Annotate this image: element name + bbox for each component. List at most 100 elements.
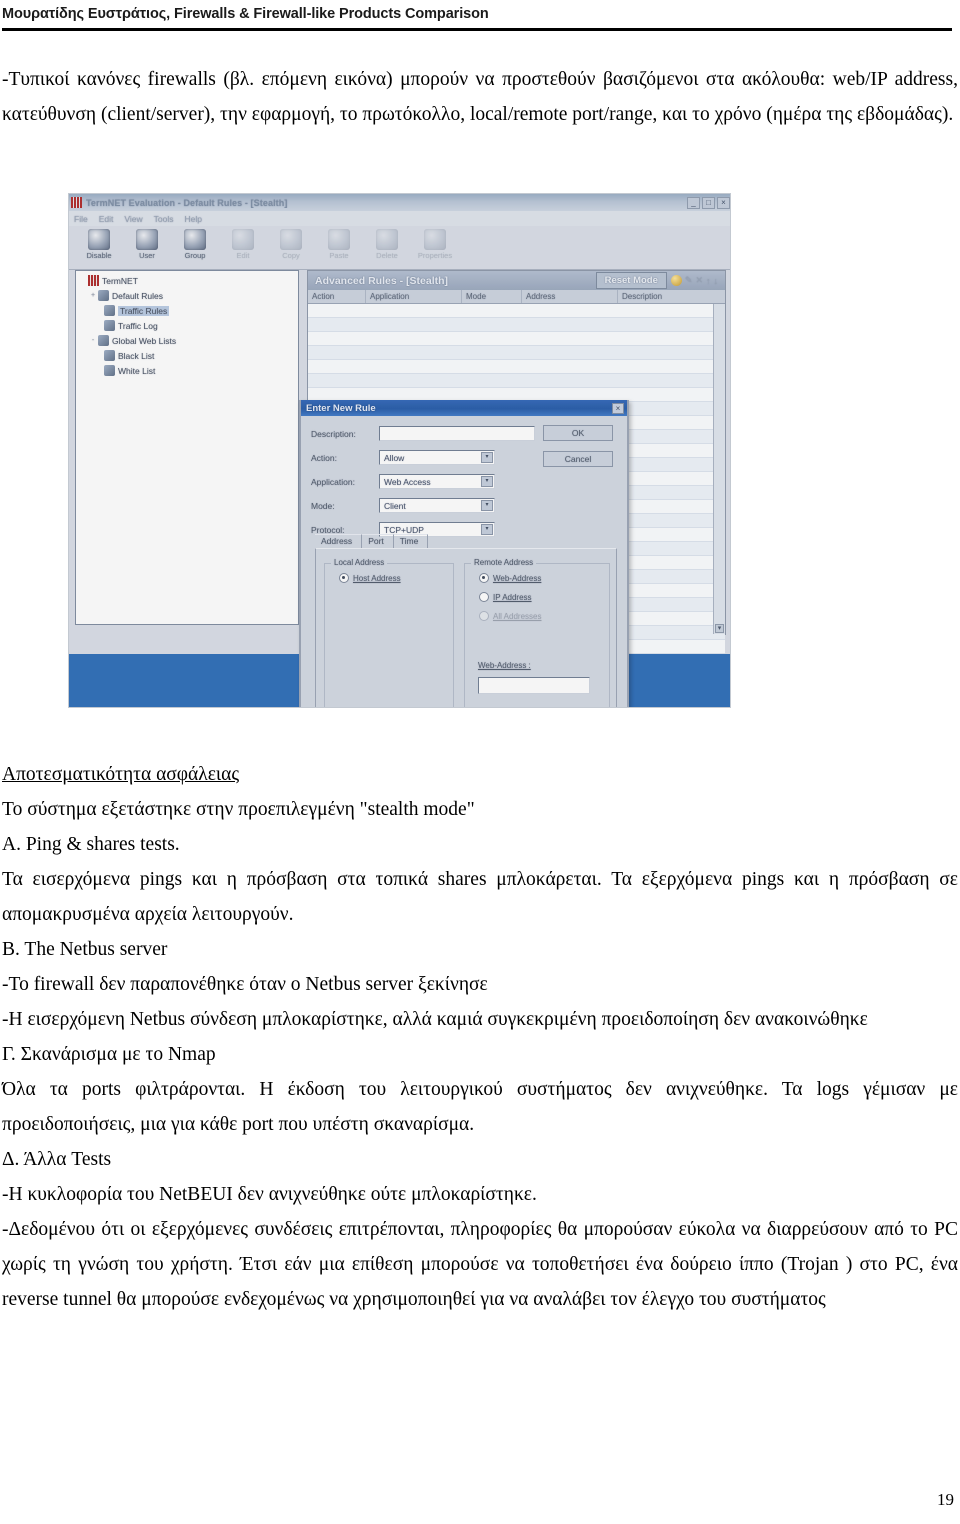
test-a-body: Τα εισερχόμενα pings και η πρόσβαση στα … xyxy=(2,869,958,925)
radio-host-address[interactable]: Host Address xyxy=(339,573,453,583)
toolbar-button-copy: Copy xyxy=(267,229,315,260)
tree-item-global-web-lists[interactable]: - Global Web Lists xyxy=(78,333,298,348)
tree-item-traffic-rules[interactable]: Traffic Rules xyxy=(78,303,298,318)
dialog-close-icon[interactable]: × xyxy=(612,402,624,414)
table-row[interactable] xyxy=(308,360,725,374)
chevron-down-icon[interactable]: ▾ xyxy=(481,452,493,463)
document-body-lower: Αποτεσματικότητα ασφάλειας Το σύστημα εξ… xyxy=(0,757,960,1317)
table-row[interactable] xyxy=(308,318,725,332)
tree-item-label: Global Web Lists xyxy=(112,335,177,346)
mode-label: Mode: xyxy=(311,500,335,511)
ok-button[interactable]: OK xyxy=(543,425,613,441)
column-header-action[interactable]: Action xyxy=(308,290,366,303)
properties-icon xyxy=(424,229,446,250)
menu-item-edit[interactable]: Edit xyxy=(99,214,114,224)
menu-bar: File Edit View Tools Help xyxy=(69,211,730,226)
tree-item-black-list[interactable]: Black List xyxy=(78,348,298,363)
column-header-mode[interactable]: Mode xyxy=(462,290,522,303)
application-select[interactable]: Web Access ▾ xyxy=(379,474,495,489)
move-up-icon[interactable]: ↑ xyxy=(706,276,711,286)
action-select[interactable]: Allow ▾ xyxy=(379,450,495,465)
local-address-group: Local Address Host Address xyxy=(324,558,454,707)
window-title-bar: TermNET Evaluation - Default Rules - [St… xyxy=(69,194,730,211)
radio-icon xyxy=(479,592,489,602)
tree-item-termnet[interactable]: TermNET xyxy=(78,273,298,288)
close-icon[interactable]: × xyxy=(717,196,730,209)
toolbar-button-disable[interactable]: Disable xyxy=(75,229,123,260)
remote-address-group-title: Remote Address xyxy=(471,558,537,567)
minimize-icon[interactable]: _ xyxy=(687,196,700,209)
radio-label: Web-Address xyxy=(493,573,542,583)
test-b-heading: B. The Netbus server xyxy=(2,939,168,960)
toolbar-button-delete: Delete xyxy=(363,229,411,260)
menu-item-tools[interactable]: Tools xyxy=(154,214,174,224)
test-a-heading: A. Ping & shares tests. xyxy=(2,834,180,855)
description-input[interactable] xyxy=(379,426,535,441)
radio-web-address[interactable]: Web-Address xyxy=(479,573,609,583)
tree-item-white-list[interactable]: White List xyxy=(78,363,298,378)
navigation-tree[interactable]: TermNET + Default Rules Traffic Rules Tr… xyxy=(75,270,299,625)
table-row[interactable] xyxy=(308,346,725,360)
radio-ip-address[interactable]: IP Address xyxy=(479,592,609,602)
rules-grid-scrollbar[interactable]: ▾ xyxy=(713,304,725,634)
chevron-down-icon[interactable]: ▾ xyxy=(481,476,493,487)
toolbar-label: User xyxy=(139,251,155,260)
action-label: Action: xyxy=(311,452,337,463)
toolbar-button-user[interactable]: User xyxy=(123,229,171,260)
black-list-icon xyxy=(104,350,115,361)
tree-item-traffic-log[interactable]: Traffic Log xyxy=(78,318,298,333)
mode-select[interactable]: Client ▾ xyxy=(379,498,495,513)
tree-expander[interactable]: + xyxy=(88,292,98,299)
menu-item-view[interactable]: View xyxy=(124,214,142,224)
column-header-application[interactable]: Application xyxy=(366,290,462,303)
cancel-button[interactable]: Cancel xyxy=(543,451,613,467)
table-row[interactable] xyxy=(308,374,725,388)
tree-item-label: Black List xyxy=(118,350,155,361)
address-tab-panel: Local Address Host Address Remote Addres… xyxy=(315,548,617,707)
delete-icon[interactable]: ✕ xyxy=(695,275,703,286)
chevron-down-icon[interactable]: ▾ xyxy=(481,500,493,511)
tree-item-default-rules[interactable]: + Default Rules xyxy=(78,288,298,303)
test-b-line-1: -Το firewall δεν παραπονέθηκε όταν ο Net… xyxy=(2,974,488,995)
protocol-label: Protocol: xyxy=(311,524,345,535)
column-header-address[interactable]: Address xyxy=(522,290,618,303)
tab-address[interactable]: Address xyxy=(315,534,363,548)
toolbar-button-properties: Properties xyxy=(411,229,459,260)
document-body: -Τυπικοί κανόνες firewalls (βλ. επόμενη … xyxy=(0,62,960,132)
toolbar-label: Delete xyxy=(376,251,398,260)
enter-new-rule-dialog: Enter New Rule × Description: Action: Al… xyxy=(299,400,629,707)
toolbar-label: Properties xyxy=(417,251,453,260)
tab-port[interactable]: Port xyxy=(362,534,394,548)
running-header: Μουρατίδης Ευστράτιος, Firewalls & Firew… xyxy=(0,0,960,31)
reset-mode-button[interactable]: Reset Mode xyxy=(595,272,667,289)
table-row[interactable] xyxy=(308,304,725,318)
advanced-rules-title: Advanced Rules - [Stealth] xyxy=(315,274,449,287)
maximize-icon[interactable]: □ xyxy=(702,196,715,209)
move-down-icon[interactable]: ↓ xyxy=(714,276,719,286)
column-header-description[interactable]: Description xyxy=(618,290,725,303)
add-rule-icon[interactable] xyxy=(670,275,682,286)
tree-item-label: TermNET xyxy=(102,275,138,286)
menu-item-file[interactable]: File xyxy=(74,214,88,224)
toolbar-label: Paste xyxy=(329,251,349,260)
window-title: TermNET Evaluation - Default Rules - [St… xyxy=(86,197,288,208)
copy-icon xyxy=(280,229,302,250)
application-value: Web Access xyxy=(384,476,431,487)
radio-label: Host Address xyxy=(353,573,401,583)
tab-time[interactable]: Time xyxy=(393,534,429,548)
menu-item-help[interactable]: Help xyxy=(184,214,201,224)
tree-expander[interactable]: - xyxy=(88,337,98,344)
work-area: TermNET + Default Rules Traffic Rules Tr… xyxy=(69,270,730,707)
edit-icon[interactable]: ✎ xyxy=(685,275,693,286)
white-list-icon xyxy=(104,365,115,376)
rules-folder-icon xyxy=(98,290,109,301)
page-number: 19 xyxy=(937,1490,954,1509)
toolbar-button-group[interactable]: Group xyxy=(171,229,219,260)
user-icon xyxy=(136,229,158,250)
table-row[interactable] xyxy=(308,332,725,346)
scroll-down-icon[interactable]: ▾ xyxy=(715,624,724,633)
toolbar-label: Group xyxy=(184,251,206,260)
intro-paragraph: -Τυπικοί κανόνες firewalls (βλ. επόμενη … xyxy=(2,69,958,125)
web-address-input[interactable] xyxy=(478,677,590,694)
application-label: Application: xyxy=(311,476,355,487)
